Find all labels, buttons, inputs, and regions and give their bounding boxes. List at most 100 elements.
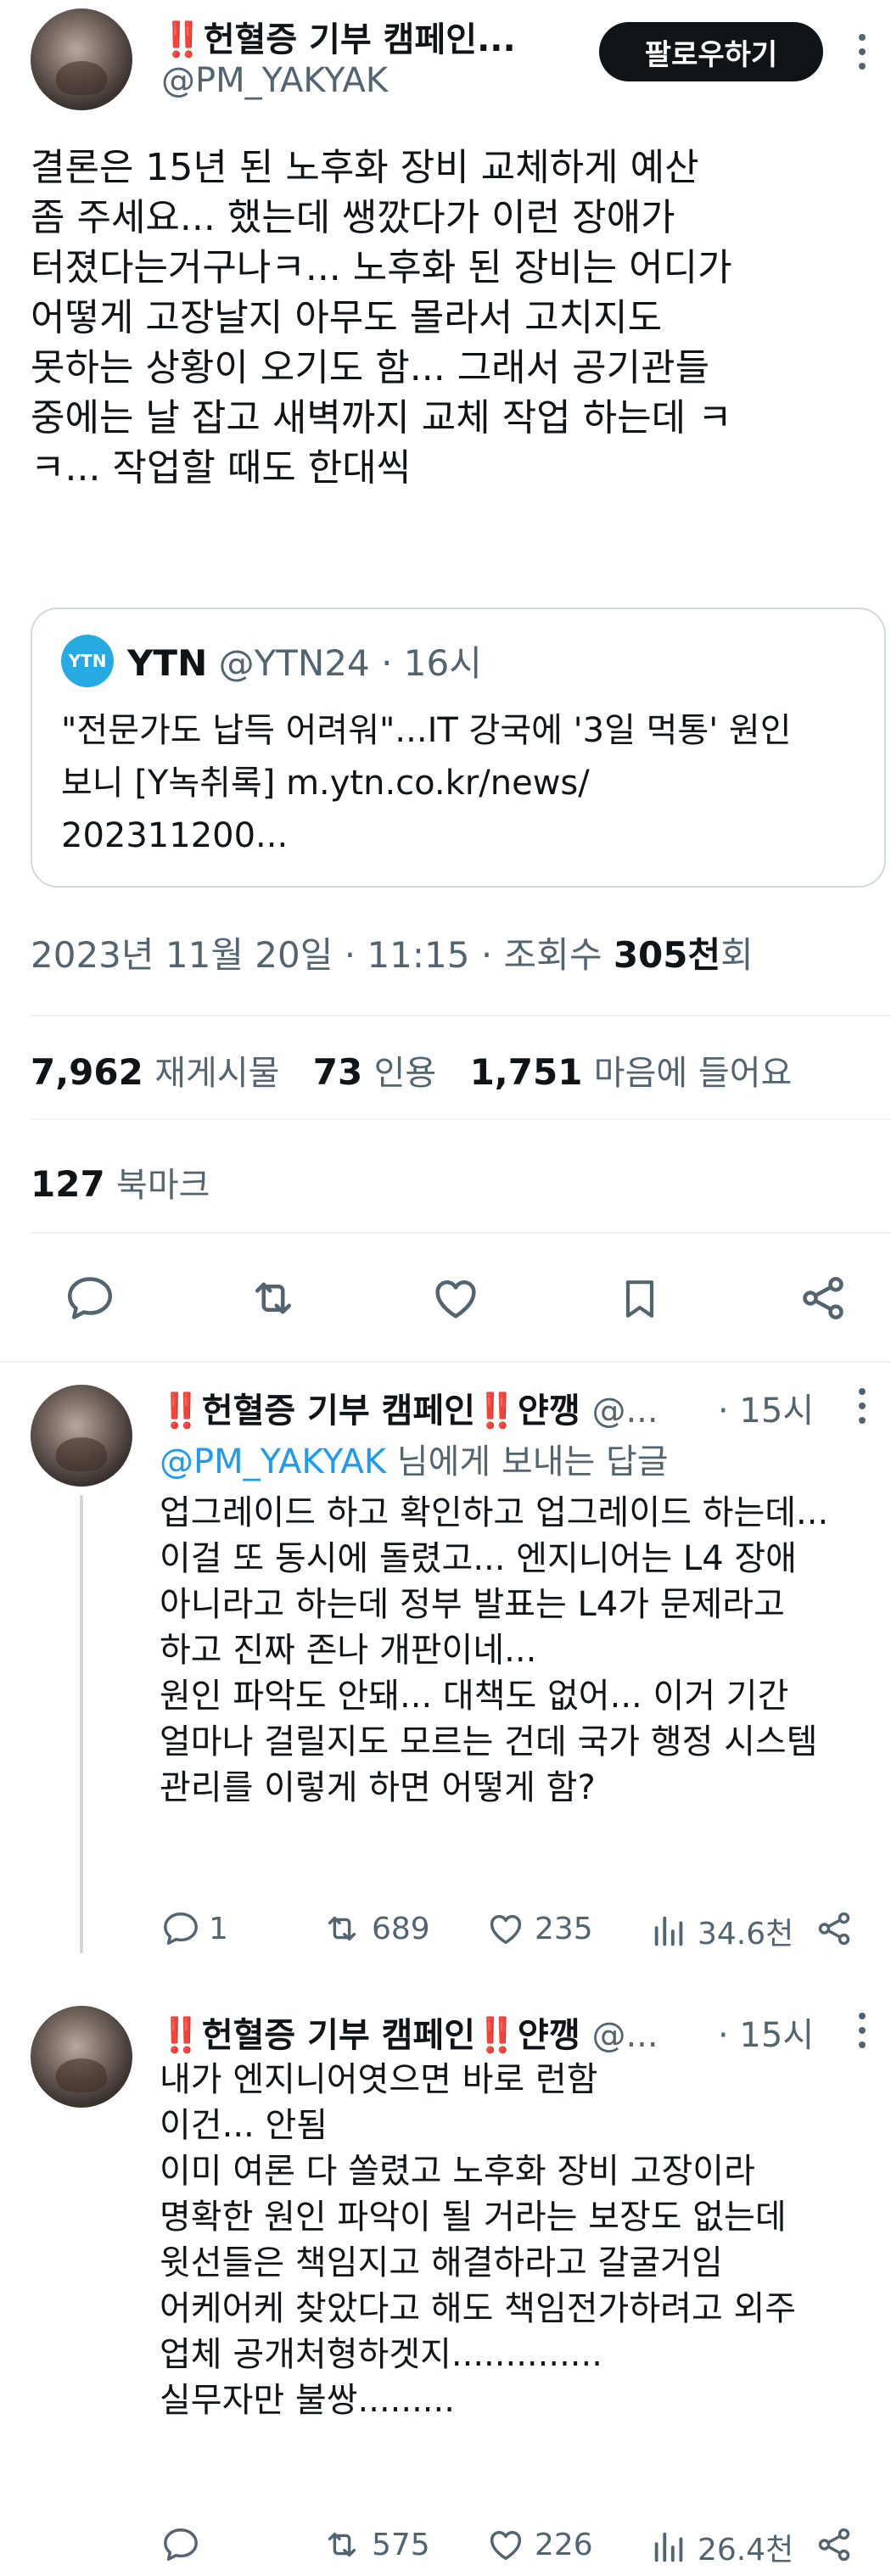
reply-line: 원인 파악도 안돼... 대책도 없어... 이거 기간 [160, 1677, 789, 1716]
quote-text: "전문가도 납득 어려워"...IT 강국에 '3일 먹통' 원인 보니 [Y녹… [61, 704, 867, 862]
quote-name: YTN [127, 642, 208, 684]
bookmark-icon[interactable] [616, 1273, 664, 1329]
follow-button-label: 팔로우하기 [644, 37, 778, 72]
views-icon [654, 2532, 683, 2562]
quotes-label: 인용 [373, 1054, 437, 1093]
reply-line: 업체 공개처형하겟지.............. [160, 2335, 602, 2374]
reply-body: 내가 엔지니어엿으면 바로 런함 이건... 안됨 이미 여론 다 쏠렸고 노후… [160, 2057, 881, 2423]
reply-time[interactable]: · 15시 [718, 2008, 814, 2057]
likes-stat[interactable]: 1,751 마음에 들어요 [470, 1051, 793, 1093]
tweet-datetime: 2023년 11월 20일 · 11:15 · 조회수 [31, 934, 614, 976]
reply-line: 명확한 원인 파악이 될 거라는 보장도 없는데 [160, 2198, 787, 2237]
tweet-line: 터졌다는거구나ㅋ... 노후화 된 장비는 어디가 [31, 246, 732, 289]
name-bang: ‼️ [475, 1392, 518, 1431]
ytn-logo: YTN [61, 635, 114, 687]
reply-handle[interactable]: @... [591, 1392, 658, 1431]
reply-line: 얼마나 걸릴지도 모르는 건데 국가 행정 시스템 [160, 1722, 818, 1761]
ytn-logo-text: YTN [68, 651, 107, 671]
replying-to: @PM_YAKYAK 님에게 보내는 답글 [160, 1434, 669, 1483]
reply-name[interactable]: 헌혈증 기부 캠페인 [202, 1392, 475, 1431]
quote-handle: @YTN24 [218, 642, 370, 684]
reply-line: 윗선들은 책임지고 해결하라고 갈굴거임 [160, 2243, 723, 2282]
tweet-line: 어떻게 고장날지 아무도 몰라서 고치지도 [31, 296, 663, 339]
reply-line: 관리를 이렇게 하면 어떻게 함? [160, 1768, 596, 1807]
more-icon[interactable] [854, 1386, 871, 1425]
stats-row: 7,962 재게시물 73 인용 1,751 마음에 들어요 [31, 1045, 792, 1095]
divider [31, 1015, 891, 1016]
reply-line: 아니라고 하는데 정부 발표는 L4가 문제라고 [160, 1585, 785, 1624]
divider [31, 1232, 891, 1234]
author-handle[interactable]: @PM_YAKYAK [161, 61, 388, 100]
reply-line: 하고 진짜 존나 개판이네... [160, 1631, 537, 1670]
name-bang: ‼️ [475, 2016, 518, 2055]
quote-line: 보니 [Y녹취록] m.ytn.co.kr/news/ [61, 764, 590, 803]
reply-name-suffix: 얀깽 [517, 2016, 580, 2055]
reply-name[interactable]: 헌혈증 기부 캠페인 [202, 2016, 475, 2055]
retweet-count: 689 [372, 1911, 430, 1946]
share-icon[interactable] [815, 1909, 854, 1952]
reply-time[interactable]: · 15시 [718, 1383, 814, 1432]
views-action[interactable]: 26.4천 [650, 2525, 793, 2569]
like-count: 235 [535, 1911, 593, 1946]
author-name[interactable]: ‼️헌혈증 기부 캠페인... [161, 12, 552, 61]
quote-time: · 16시 [381, 642, 482, 684]
reply-line: 어케어케 찾았다고 해도 책임전가하려고 외주 [160, 2289, 797, 2328]
like-count: 226 [535, 2527, 593, 2562]
share-icon[interactable] [815, 2525, 854, 2568]
quote-header: YTN @YTN24 · 16시 [127, 635, 482, 686]
author-avatar[interactable] [31, 8, 132, 110]
tweet-body: 결론은 15년 된 노후화 장비 교체하게 예산 좀 주세요... 했는데 쌩깠… [31, 143, 871, 493]
quote-line: "전문가도 납득 어려워"...IT 강국에 '3일 먹통' 원인 [61, 711, 792, 750]
tweet-line: ㅋ... 작업할 때도 한대씩 [31, 446, 412, 490]
bookmarks-stat[interactable]: 127 북마크 [31, 1157, 210, 1207]
like-icon [490, 2530, 522, 2561]
share-icon[interactable] [798, 1273, 849, 1327]
tweet-line: 좀 주세요... 했는데 쌩깠다가 이런 장애가 [31, 196, 675, 239]
retweet-action[interactable]: 575 [321, 2525, 430, 2564]
retweet-icon [328, 2532, 356, 2557]
reply-avatar[interactable] [31, 2006, 132, 2108]
reply-line: 이걸 또 동시에 돌렸고... 엔지니어는 L4 장애 [160, 1539, 797, 1578]
name-prefix: ‼️ [160, 2016, 202, 2055]
reply-handle[interactable]: @... [591, 2016, 658, 2055]
name-text: 헌혈증 기부 캠페인... [203, 20, 516, 59]
retweet-action[interactable]: 689 [321, 1909, 430, 1948]
more-icon[interactable] [854, 32, 871, 71]
tweet-line: 못하는 상황이 오기도 함... 그래서 공기관들 [31, 346, 710, 389]
follow-button[interactable]: 팔로우하기 [599, 22, 823, 81]
retweet-count: 575 [372, 2527, 430, 2562]
divider [31, 1118, 891, 1120]
like-icon [490, 1914, 522, 1945]
reply-header: ‼️헌혈증 기부 캠페인‼️얀깽 @... [160, 2008, 703, 2057]
view-count: 26.4천 [698, 2533, 794, 2568]
reply-action[interactable] [161, 2525, 209, 2564]
reply-line: 이건... 안됨 [160, 2106, 328, 2145]
reply-avatar[interactable] [31, 1385, 132, 1487]
retweets-count: 7,962 [31, 1051, 143, 1093]
tweet-meta: 2023년 11월 20일 · 11:15 · 조회수 305천회 [31, 927, 754, 978]
quotes-stat[interactable]: 73 인용 [313, 1051, 436, 1093]
like-icon[interactable] [429, 1273, 482, 1327]
retweet-icon[interactable] [246, 1273, 300, 1327]
views-icon [654, 1916, 683, 1946]
retweets-stat[interactable]: 7,962 재게시물 [31, 1051, 279, 1093]
reply-icon[interactable] [64, 1273, 115, 1327]
divider [0, 1361, 891, 1363]
reply-line: 이미 여론 다 쏠렸고 노후화 장비 고장이라 [160, 2152, 755, 2191]
name-prefix: ‼️ [161, 20, 204, 59]
like-action[interactable]: 226 [485, 2525, 593, 2564]
reply-action[interactable]: 1 [161, 1909, 228, 1948]
view-count: 34.6천 [698, 1917, 794, 1952]
thread-line [80, 1495, 83, 1953]
bookmarks-label: 북마크 [116, 1166, 210, 1205]
quote-card[interactable]: YTN YTN @YTN24 · 16시 "전문가도 납득 어려워"...IT … [31, 608, 886, 888]
views-action[interactable]: 34.6천 [650, 1909, 793, 1953]
more-icon[interactable] [854, 2011, 871, 2050]
likes-label: 마음에 들어요 [593, 1054, 793, 1093]
retweets-label: 재게시물 [154, 1054, 280, 1093]
reply-icon [164, 1912, 198, 1945]
name-prefix: ‼️ [160, 1392, 202, 1431]
replying-to-handle[interactable]: @PM_YAKYAK [160, 1442, 386, 1481]
like-action[interactable]: 235 [485, 1909, 593, 1948]
tweet-line: 중에는 날 잡고 새벽까지 교체 작업 하는데 ㅋ [31, 396, 732, 440]
